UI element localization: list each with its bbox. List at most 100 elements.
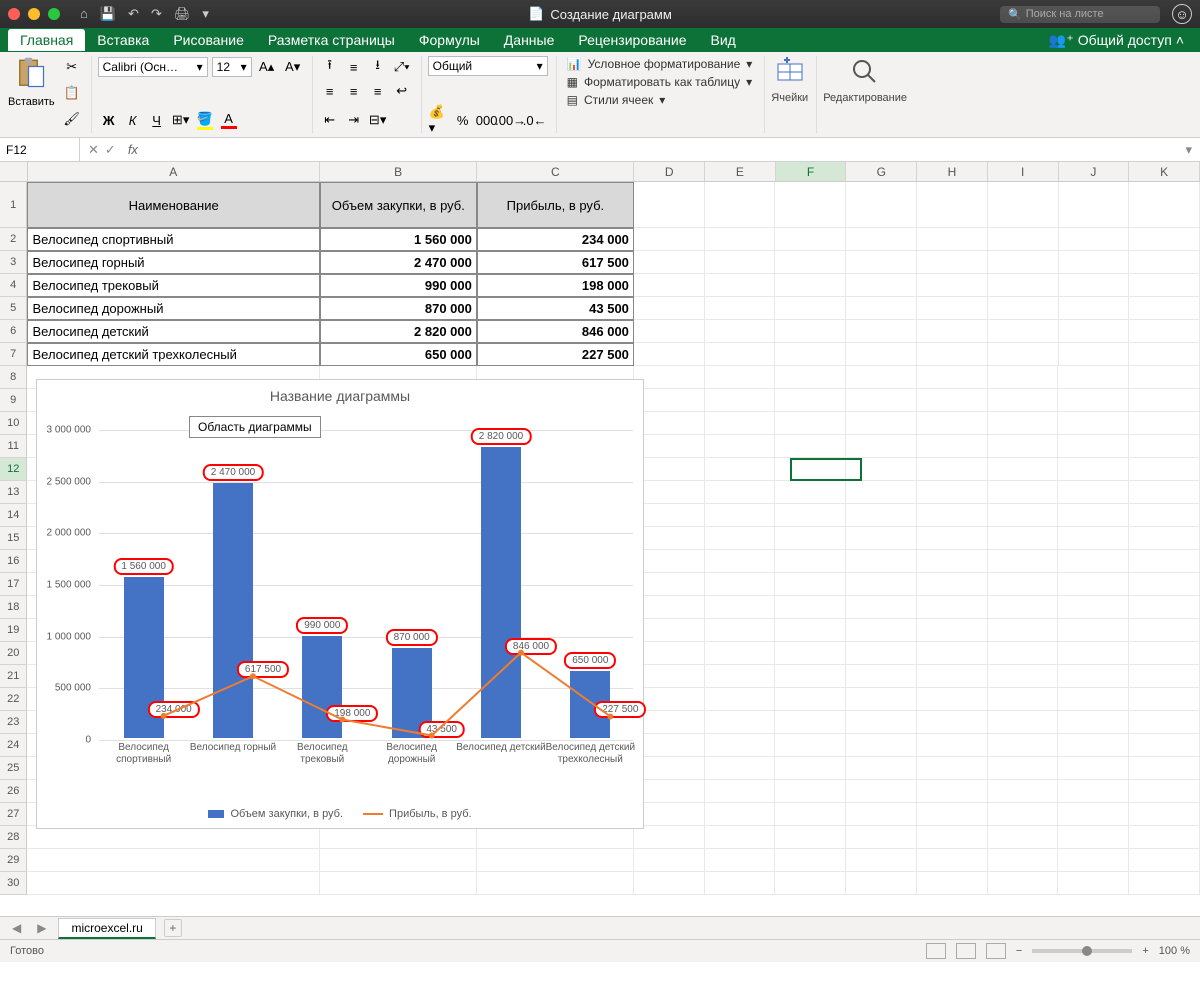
- col-header-C[interactable]: C: [477, 162, 634, 181]
- cell[interactable]: [917, 412, 988, 435]
- cell[interactable]: [634, 481, 705, 504]
- cell[interactable]: [846, 711, 917, 734]
- cell[interactable]: [1058, 527, 1129, 550]
- cell[interactable]: [917, 849, 988, 872]
- grid-area[interactable]: A B C D E F G H I J K 1НаименованиеОбъем…: [0, 162, 1200, 916]
- cell[interactable]: [775, 481, 846, 504]
- cell[interactable]: [705, 228, 776, 251]
- confirm-formula-icon[interactable]: ✓: [105, 142, 116, 158]
- cell[interactable]: [477, 872, 634, 895]
- cell[interactable]: [846, 757, 917, 780]
- col-header-K[interactable]: K: [1129, 162, 1200, 181]
- minimize-window-icon[interactable]: [28, 8, 40, 20]
- share-button[interactable]: 👥⁺ Общий доступ ˄: [1041, 30, 1192, 51]
- cell[interactable]: [1129, 573, 1200, 596]
- cell[interactable]: [988, 757, 1059, 780]
- select-all-corner[interactable]: [0, 162, 28, 181]
- font-size-select[interactable]: 12▾: [212, 57, 252, 77]
- redo-icon[interactable]: ↷: [151, 6, 162, 22]
- cell[interactable]: [1058, 665, 1129, 688]
- cell[interactable]: [846, 389, 917, 412]
- cell[interactable]: [775, 389, 846, 412]
- cell[interactable]: [705, 251, 776, 274]
- cell[interactable]: [775, 757, 846, 780]
- cell[interactable]: [846, 734, 917, 757]
- row-header[interactable]: 17: [0, 573, 27, 596]
- row-header[interactable]: 4: [0, 274, 27, 297]
- cell[interactable]: [988, 780, 1059, 803]
- cell[interactable]: [775, 228, 846, 251]
- row-header[interactable]: 15: [0, 527, 27, 550]
- col-header-A[interactable]: A: [28, 162, 321, 181]
- cell[interactable]: [705, 688, 776, 711]
- cell[interactable]: 617 500: [477, 251, 634, 274]
- cell[interactable]: [988, 251, 1059, 274]
- currency-icon[interactable]: 💰▾: [428, 109, 450, 131]
- cell[interactable]: [634, 228, 705, 251]
- cell[interactable]: [775, 320, 846, 343]
- cell[interactable]: [1129, 527, 1200, 550]
- cell[interactable]: [917, 343, 988, 366]
- tab-formulas[interactable]: Формулы: [407, 29, 492, 51]
- cell[interactable]: [705, 297, 776, 320]
- cell[interactable]: [634, 642, 705, 665]
- cell[interactable]: [634, 458, 705, 481]
- row-header[interactable]: 13: [0, 481, 27, 504]
- cell[interactable]: [775, 573, 846, 596]
- cell[interactable]: [917, 550, 988, 573]
- cells-button[interactable]: Ячейки: [771, 56, 808, 104]
- page-layout-view-icon[interactable]: [956, 943, 976, 959]
- zoom-in-icon[interactable]: +: [1142, 945, 1148, 957]
- cell[interactable]: Велосипед дорожный: [27, 297, 319, 320]
- cell[interactable]: [775, 803, 846, 826]
- cell[interactable]: [846, 297, 917, 320]
- cell[interactable]: [1059, 251, 1130, 274]
- cell[interactable]: [917, 504, 988, 527]
- cell[interactable]: [634, 297, 705, 320]
- page-break-view-icon[interactable]: [986, 943, 1006, 959]
- cell[interactable]: [1058, 826, 1129, 849]
- cell[interactable]: [1129, 458, 1200, 481]
- cell[interactable]: [1129, 826, 1200, 849]
- cell[interactable]: [634, 596, 705, 619]
- save-icon[interactable]: 💾: [100, 6, 116, 22]
- tab-home[interactable]: Главная: [8, 29, 85, 51]
- cell[interactable]: [1059, 274, 1130, 297]
- cell[interactable]: [1059, 228, 1130, 251]
- cell[interactable]: [846, 182, 917, 228]
- italic-button[interactable]: К: [122, 109, 144, 131]
- account-icon[interactable]: ☺: [1172, 4, 1192, 24]
- cell[interactable]: [917, 297, 988, 320]
- cell[interactable]: [775, 251, 846, 274]
- cell[interactable]: [634, 665, 705, 688]
- cell[interactable]: [846, 228, 917, 251]
- cell[interactable]: [705, 711, 776, 734]
- cell[interactable]: [1129, 412, 1200, 435]
- cell[interactable]: [1059, 343, 1130, 366]
- cell[interactable]: [775, 182, 846, 228]
- cell[interactable]: [1129, 320, 1200, 343]
- cell[interactable]: 227 500: [477, 343, 634, 366]
- cell[interactable]: [846, 504, 917, 527]
- row-header[interactable]: 27: [0, 803, 27, 826]
- col-header-G[interactable]: G: [846, 162, 917, 181]
- cell[interactable]: [705, 573, 776, 596]
- cell[interactable]: [988, 343, 1059, 366]
- cell[interactable]: Велосипед трековый: [27, 274, 319, 297]
- cell[interactable]: [634, 849, 705, 872]
- cell[interactable]: Объем закупки, в руб.: [320, 182, 477, 228]
- cell[interactable]: [705, 435, 776, 458]
- cell[interactable]: Велосипед детский трехколесный: [27, 343, 319, 366]
- chart-title[interactable]: Название диаграммы: [37, 380, 643, 408]
- cell[interactable]: [634, 389, 705, 412]
- paste-button[interactable]: Вставить: [8, 56, 55, 130]
- row-header[interactable]: 11: [0, 435, 27, 458]
- cell[interactable]: 650 000: [320, 343, 477, 366]
- row-header[interactable]: 9: [0, 389, 27, 412]
- cell[interactable]: [634, 826, 705, 849]
- cell[interactable]: [846, 412, 917, 435]
- row-header[interactable]: 12: [0, 458, 27, 481]
- align-top-icon[interactable]: ⭱: [319, 56, 341, 78]
- cell[interactable]: [1058, 389, 1129, 412]
- cell[interactable]: [634, 619, 705, 642]
